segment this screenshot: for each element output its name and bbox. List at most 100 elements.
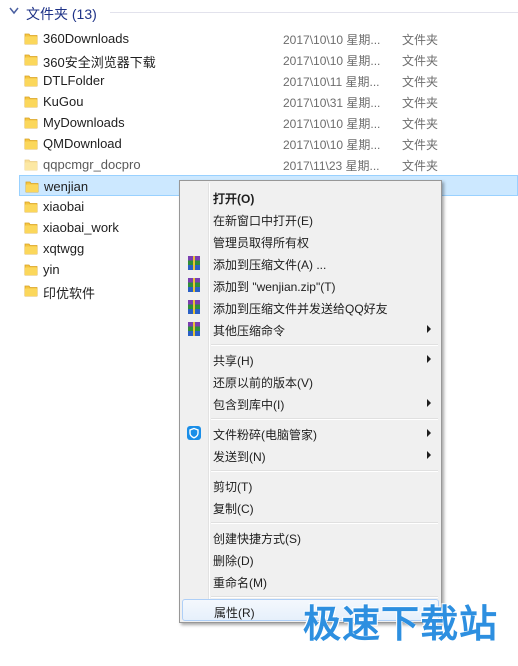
group-title: 文件夹 (13) — [26, 6, 97, 22]
submenu-arrow-icon — [427, 429, 431, 437]
file-row[interactable]: DTLFolder 2017\10\11 星期... 文件夹 — [19, 70, 518, 91]
menu-item-label: 文件粉碎(电脑管家) — [213, 428, 317, 442]
file-name: xiaobai_work — [43, 220, 119, 235]
folder-icon — [24, 222, 38, 234]
menu-item-copy[interactable]: 复制(C) — [182, 496, 439, 518]
menu-item-create-shortcut[interactable]: 创建快捷方式(S) — [182, 526, 439, 548]
folder-icon — [24, 54, 38, 66]
file-name: DTLFolder — [43, 73, 105, 88]
menu-item-label: 共享(H) — [213, 354, 254, 368]
menu-item-send-to[interactable]: 发送到(N) — [182, 444, 439, 466]
file-date: 2017\10\31 星期... — [283, 96, 381, 110]
winrar-icon — [188, 256, 200, 270]
winrar-icon — [188, 322, 200, 336]
file-type: 文件夹 — [402, 138, 439, 152]
menu-separator — [211, 344, 438, 346]
submenu-arrow-icon — [427, 355, 431, 363]
folder-group-header[interactable]: 文件夹 (13) — [0, 0, 518, 24]
menu-item-label: 添加到压缩文件并发送给QQ好友 — [213, 302, 388, 316]
file-name: KuGou — [43, 94, 84, 109]
menu-item-label: 发送到(N) — [213, 450, 266, 464]
file-date: 2017\10\10 星期... — [283, 33, 381, 47]
file-type: 文件夹 — [402, 75, 439, 89]
file-row[interactable]: 360Downloads 2017\10\10 星期... 文件夹 — [19, 28, 518, 49]
submenu-arrow-icon — [427, 325, 431, 333]
group-divider — [110, 12, 518, 13]
menu-item-archive-send-qq[interactable]: 添加到压缩文件并发送给QQ好友 — [182, 296, 439, 318]
file-row[interactable]: 360安全浏览器下载 2017\10\10 星期... 文件夹 — [19, 49, 518, 70]
menu-item-rename[interactable]: 重命名(M) — [182, 570, 439, 592]
file-row[interactable]: KuGou 2017\10\31 星期... 文件夹 — [19, 91, 518, 112]
menu-item-label: 包含到库中(I) — [213, 398, 285, 412]
folder-icon — [24, 243, 38, 255]
menu-item-restore-versions[interactable]: 还原以前的版本(V) — [182, 370, 439, 392]
file-date: 2017\10\10 星期... — [283, 54, 381, 68]
menu-item-label: 复制(C) — [213, 502, 254, 516]
file-type: 文件夹 — [402, 96, 439, 110]
file-type: 文件夹 — [402, 117, 439, 131]
watermark-logo: 极速下载站 — [302, 602, 498, 646]
menu-item-add-to-zip[interactable]: 添加到 "wenjian.zip"(T) — [182, 274, 439, 296]
file-date: 2017\10\11 星期... — [283, 75, 380, 89]
menu-item-include-library[interactable]: 包含到库中(I) — [182, 392, 439, 414]
file-date: 2017\11\23 星期... — [283, 159, 380, 173]
menu-item-label: 删除(D) — [213, 554, 254, 568]
menu-item-label: 创建快捷方式(S) — [213, 532, 301, 546]
file-row[interactable]: QMDownload 2017\10\10 星期... 文件夹 — [19, 133, 518, 154]
folder-icon — [25, 181, 39, 193]
folder-icon — [24, 285, 38, 297]
folder-icon — [24, 96, 38, 108]
file-name: qqpcmgr_docpro — [43, 157, 141, 172]
menu-item-label: 其他压缩命令 — [213, 324, 286, 338]
file-name: wenjian — [44, 179, 89, 194]
menu-item-label: 添加到压缩文件(A) ... — [213, 258, 327, 272]
menu-item-delete[interactable]: 删除(D) — [182, 548, 439, 570]
file-date: 2017\10\10 星期... — [283, 117, 381, 131]
menu-item-label: 管理员取得所有权 — [213, 236, 310, 250]
file-name: yin — [43, 262, 60, 277]
file-name: 360Downloads — [43, 31, 130, 46]
folder-icon — [24, 138, 38, 150]
folder-icon — [24, 117, 38, 129]
menu-item-file-shredder[interactable]: 文件粉碎(电脑管家) — [182, 422, 439, 444]
menu-item-label: 还原以前的版本(V) — [213, 376, 313, 390]
menu-item-label: 在新窗口中打开(E) — [213, 214, 313, 228]
file-type: 文件夹 — [402, 33, 439, 47]
context-menu: 打开(O) 在新窗口中打开(E) 管理员取得所有权 添加到压缩文件(A) ...… — [179, 180, 442, 623]
file-name: xqtwgg — [43, 241, 85, 256]
menu-item-add-to-archive[interactable]: 添加到压缩文件(A) ... — [182, 252, 439, 274]
menu-item-label: 打开(O) — [213, 192, 255, 206]
menu-separator — [211, 418, 438, 420]
menu-separator — [211, 522, 438, 524]
folder-icon — [24, 33, 38, 45]
winrar-icon — [188, 278, 200, 292]
menu-item-label: 剪切(T) — [213, 480, 253, 494]
file-name: 360安全浏览器下载 — [43, 55, 156, 70]
menu-item-cut[interactable]: 剪切(T) — [182, 474, 439, 496]
menu-item-label: 属性(R) — [214, 606, 255, 620]
menu-item-open-new-window[interactable]: 在新窗口中打开(E) — [182, 208, 439, 230]
folder-icon — [24, 75, 38, 87]
menu-item-open[interactable]: 打开(O) — [182, 186, 439, 208]
file-row[interactable]: MyDownloads 2017\10\10 星期... 文件夹 — [19, 112, 518, 133]
menu-item-other-compress[interactable]: 其他压缩命令 — [182, 318, 439, 340]
folder-icon — [24, 264, 38, 276]
winrar-icon — [188, 300, 200, 314]
folder-icon — [24, 201, 38, 213]
menu-item-label: 添加到 "wenjian.zip"(T) — [213, 280, 336, 294]
submenu-arrow-icon — [427, 451, 431, 459]
file-type: 文件夹 — [402, 54, 439, 68]
file-type: 文件夹 — [402, 159, 439, 173]
tencent-pc-manager-icon — [187, 426, 201, 440]
file-name: MyDownloads — [43, 115, 125, 130]
file-row[interactable]: qqpcmgr_docpro 2017\11\23 星期... 文件夹 — [19, 154, 518, 175]
chevron-down-icon[interactable] — [9, 7, 19, 15]
file-name: QMDownload — [43, 136, 122, 151]
submenu-arrow-icon — [427, 399, 431, 407]
menu-item-share[interactable]: 共享(H) — [182, 348, 439, 370]
menu-item-take-ownership[interactable]: 管理员取得所有权 — [182, 230, 439, 252]
file-name: xiaobai — [43, 199, 85, 214]
menu-item-label: 重命名(M) — [213, 576, 267, 590]
folder-icon — [24, 159, 38, 171]
file-name: 印优软件 — [43, 286, 96, 301]
